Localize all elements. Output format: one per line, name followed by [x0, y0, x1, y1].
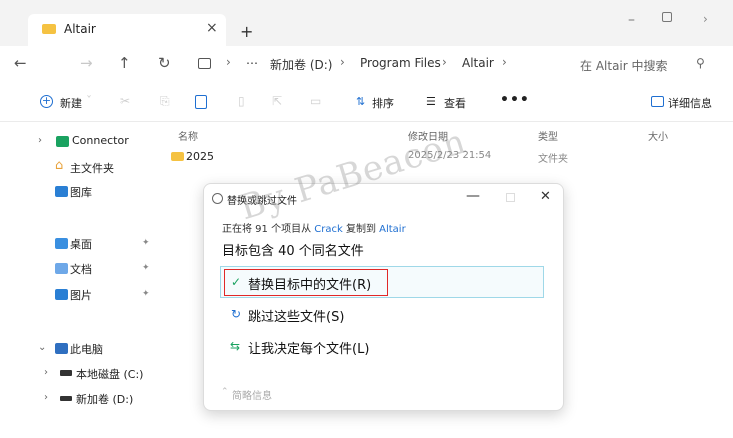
source-folder-link[interactable]: Crack: [314, 224, 343, 235]
new-tab-button[interactable]: +: [240, 22, 253, 41]
chevron-up-icon: ⌃: [221, 387, 229, 397]
pin-icon[interactable]: ✦: [142, 263, 150, 273]
pc-icon: [55, 343, 68, 354]
sort-button[interactable]: 排序: [372, 95, 394, 111]
column-header-name[interactable]: 名称: [178, 128, 198, 143]
more-button[interactable]: •••: [500, 92, 530, 108]
sidebar-item-this-pc[interactable]: 此电脑: [70, 341, 103, 357]
tab-close-button[interactable]: ×: [206, 20, 218, 36]
expand-chevron-icon[interactable]: ›: [38, 135, 42, 146]
collapse-chevron-icon[interactable]: ⌄: [38, 342, 46, 353]
progress-mid: 复制到: [342, 224, 380, 235]
plus-icon: +: [40, 94, 53, 108]
breadcrumb-sep: ›: [442, 55, 447, 69]
expand-chevron-icon[interactable]: ›: [44, 367, 48, 378]
maximize-button[interactable]: [662, 12, 672, 22]
highlight-box: [224, 269, 388, 296]
details-pane-icon: [651, 96, 664, 107]
new-chevron-icon: ˇ: [86, 94, 92, 108]
pin-icon[interactable]: ✦: [142, 289, 150, 299]
progress-prefix: 正在将 91 个项目从: [222, 224, 315, 235]
gallery-icon: [55, 186, 68, 197]
skip-files-option[interactable]: 跳过这些文件(S): [248, 306, 344, 325]
paste-icon[interactable]: [195, 95, 207, 109]
monitor-icon[interactable]: [198, 58, 211, 69]
copy-icon[interactable]: ⎘: [160, 94, 170, 109]
address-bar: ← → ↑ ↻ › ⋯ 新加卷 (D:) › Program Files › A…: [0, 46, 733, 84]
breadcrumb-sep: ›: [226, 55, 231, 69]
tab-bar: Altair × + – ›: [0, 0, 733, 46]
drive-c-icon: [60, 370, 72, 376]
pin-icon[interactable]: ✦: [142, 238, 150, 248]
drive-d-icon: [60, 396, 72, 401]
delete-icon[interactable]: ▭: [310, 94, 321, 108]
view-button[interactable]: 查看: [444, 95, 466, 111]
copy-progress-icon: [212, 193, 223, 204]
skip-icon: ↻: [231, 307, 242, 321]
up-button[interactable]: ↑: [118, 54, 131, 72]
expand-chevron-icon[interactable]: ›: [44, 392, 48, 403]
search-icon: ⚲: [696, 56, 705, 70]
refresh-button[interactable]: ↻: [158, 54, 171, 72]
folder-icon: [42, 24, 56, 34]
search-placeholder: 在 Altair 中搜索: [580, 59, 668, 73]
decide-each-icon: ⇆: [230, 339, 241, 353]
sidebar-item-home[interactable]: 主文件夹: [70, 160, 114, 176]
breadcrumb-sep: ›: [502, 55, 507, 69]
pictures-icon: [55, 289, 68, 300]
sidebar-item-drive-d[interactable]: 新加卷 (D:): [76, 391, 133, 407]
file-row-name[interactable]: 2025: [186, 150, 214, 163]
sidebar-item-gallery[interactable]: 图库: [70, 184, 92, 200]
view-icon: ☰: [426, 95, 436, 108]
breadcrumb-drive-d[interactable]: 新加卷 (D:): [270, 56, 332, 73]
cut-icon[interactable]: ✂: [120, 94, 130, 108]
breadcrumb-overflow[interactable]: ⋯: [246, 56, 258, 70]
tab-title: Altair: [64, 22, 96, 36]
breadcrumb-sep: ›: [340, 55, 345, 69]
destination-folder-link[interactable]: Altair: [379, 224, 406, 235]
fewer-details-button[interactable]: 简略信息: [232, 387, 272, 402]
dialog-maximize-button: [506, 193, 515, 202]
dialog-minimize-button[interactable]: —: [466, 188, 480, 204]
share-icon[interactable]: ⇱: [272, 94, 282, 108]
documents-icon: [55, 263, 68, 274]
breadcrumb-altair[interactable]: Altair: [462, 56, 494, 70]
column-header-type[interactable]: 类型: [538, 128, 558, 143]
close-window-button[interactable]: ›: [703, 12, 708, 26]
sidebar-item-connector[interactable]: Connector: [72, 134, 129, 147]
desktop-icon: [55, 238, 68, 249]
decide-each-option[interactable]: 让我决定每个文件(L): [248, 338, 369, 357]
home-icon: ⌂: [55, 158, 64, 173]
command-bar: + 新建 ˇ ✂ ⎘ ▯ ⇱ ▭ ⇅ 排序 ☰ 查看 ••• 详细信息: [0, 84, 733, 122]
back-button[interactable]: ←: [14, 54, 27, 72]
folder-icon: [171, 152, 184, 161]
sidebar-item-documents[interactable]: 文档: [70, 261, 92, 277]
new-button[interactable]: 新建: [60, 95, 82, 111]
details-button[interactable]: 详细信息: [668, 95, 712, 111]
sidebar-item-desktop[interactable]: 桌面: [70, 236, 92, 252]
tab-altair[interactable]: Altair ×: [28, 14, 226, 46]
rename-icon[interactable]: ▯: [238, 94, 245, 108]
dialog-heading: 目标包含 40 个同名文件: [222, 244, 364, 259]
minimize-button[interactable]: –: [628, 12, 635, 28]
sidebar-item-pictures[interactable]: 图片: [70, 287, 92, 303]
dialog-close-button[interactable]: ✕: [540, 189, 551, 204]
column-header-size[interactable]: 大小: [648, 128, 668, 143]
sidebar-item-drive-c[interactable]: 本地磁盘 (C:): [76, 366, 143, 382]
connector-icon: [56, 136, 69, 147]
search-input[interactable]: 在 Altair 中搜索 ⚲: [560, 52, 730, 78]
navigation-pane: › Connector ⌂ 主文件夹 图库 桌面 ✦ 文档 ✦ 图片 ✦ ⌄ 此…: [0, 122, 160, 438]
file-row-type: 文件夹: [538, 154, 568, 165]
forward-button[interactable]: →: [80, 54, 93, 72]
breadcrumb-program-files[interactable]: Program Files: [360, 56, 441, 70]
sort-icon: ⇅: [356, 95, 366, 108]
